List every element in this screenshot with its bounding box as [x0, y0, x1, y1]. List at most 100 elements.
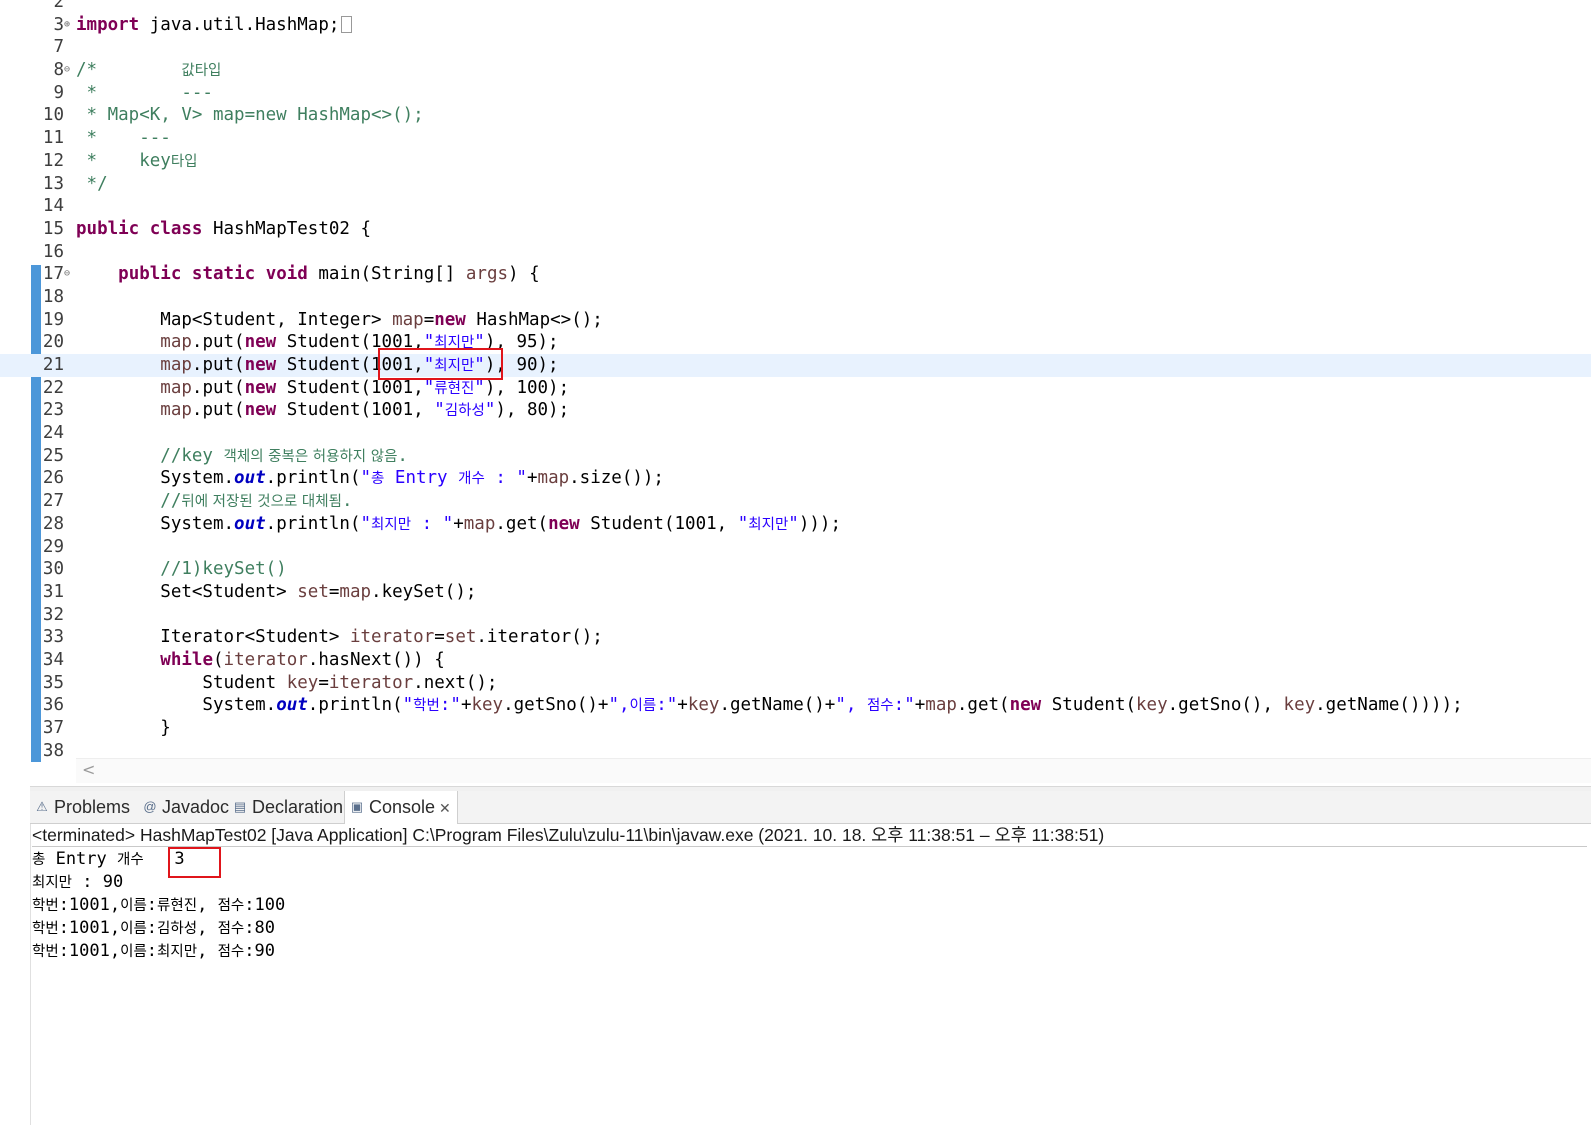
- horizontal-scrollbar[interactable]: <: [76, 758, 1591, 783]
- code-text: System.out.println("최지만 : "+map.get(new …: [76, 513, 841, 537]
- code-line[interactable]: 12 * key타입: [0, 150, 1591, 173]
- code-line[interactable]: 17 ⊖ public static void main(String[] arg…: [0, 263, 1591, 286]
- code-token: :": [439, 695, 461, 716]
- line-number: 23: [42, 400, 64, 421]
- line-number: 29: [42, 536, 64, 557]
- code-line[interactable]: 20 map.put(new Student(1001,"최지만"), 95);: [0, 331, 1591, 354]
- line-number: 7: [53, 37, 64, 58]
- console-token: ,: [197, 895, 218, 915]
- code-token: set: [297, 581, 329, 602]
- tab-declaration[interactable]: ▤ Declaration: [228, 791, 349, 823]
- console-line: 학번:1001,이름:류현진, 점수:100: [32, 894, 1587, 917]
- code-line[interactable]: 21 map.put(new Student(1001,"최지만"), 90);: [0, 354, 1591, 377]
- code-token: .keySet();: [371, 581, 477, 602]
- code-line[interactable]: 2: [0, 0, 1591, 14]
- tab-problems[interactable]: ⚠ Problems: [30, 791, 136, 823]
- code-token: map: [160, 400, 192, 421]
- line-number: 38: [42, 740, 64, 761]
- code-token: ": [737, 513, 749, 534]
- code-line[interactable]: 13 */: [0, 173, 1591, 196]
- console-token: :80: [244, 918, 275, 938]
- code-token: static: [191, 264, 256, 285]
- code-token: .getName()+: [719, 695, 836, 716]
- code-line[interactable]: 16: [0, 241, 1591, 264]
- code-token: .getSno()+: [503, 695, 609, 716]
- code-token: Entry: [384, 468, 459, 489]
- code-token: class: [149, 218, 203, 239]
- scroll-left-arrow-icon[interactable]: <: [82, 760, 95, 779]
- code-line[interactable]: 36 System.out.println("학번:"+key.getSno()…: [0, 694, 1591, 717]
- code-line[interactable]: 31 Set<Student> set=map.keySet();: [0, 581, 1591, 604]
- code-token: +: [460, 695, 472, 716]
- code-token: 점수: [866, 698, 894, 715]
- code-line[interactable]: 27 //뒤에 저장된 것으로 대체됨.: [0, 490, 1591, 513]
- code-token: key: [687, 695, 720, 716]
- line-number: 30: [42, 559, 64, 580]
- tab-console[interactable]: ▣ Console ✕: [344, 791, 458, 824]
- line-number: 19: [42, 309, 64, 330]
- code-token: map: [160, 355, 192, 375]
- line-number: 37: [42, 718, 64, 738]
- code-token: set: [444, 627, 477, 648]
- fold-expand-icon[interactable]: ⊕: [64, 14, 70, 37]
- code-line[interactable]: 34 while(iterator.hasNext()) {: [0, 649, 1591, 672]
- code-line[interactable]: 23 map.put(new Student(1001, "김하성"), 80)…: [0, 399, 1591, 422]
- code-token: ), 80);: [495, 400, 570, 421]
- code-line[interactable]: 9 * ---: [0, 82, 1591, 105]
- code-line[interactable]: 14: [0, 195, 1591, 218]
- code-token: Set<Student>: [76, 581, 298, 602]
- code-line[interactable]: 37 }: [0, 717, 1591, 740]
- code-token: map: [392, 309, 424, 330]
- console-token: Entry: [45, 849, 117, 869]
- code-line[interactable]: 10 * Map<K, V> map=new HashMap<>();: [0, 104, 1591, 127]
- code-line[interactable]: 26 System.out.println("총 Entry 개수 : "+ma…: [0, 467, 1591, 490]
- fold-collapse-icon[interactable]: ⊖: [64, 59, 70, 82]
- console-token: 최지만: [157, 944, 198, 960]
- code-token: 값타입: [181, 63, 222, 80]
- code-line[interactable]: 33 Iterator<Student> iterator=set.iterat…: [0, 626, 1591, 649]
- console-token: 김하성: [157, 921, 198, 937]
- code-token: =: [423, 309, 435, 330]
- line-number: 10: [42, 105, 64, 126]
- collapsed-imports-icon[interactable]: [341, 16, 353, 34]
- code-line[interactable]: 22 map.put(new Student(1001,"류현진"), 100)…: [0, 377, 1591, 400]
- problems-icon: ⚠: [36, 799, 48, 814]
- code-line[interactable]: 11 * ---: [0, 127, 1591, 150]
- code-line[interactable]: 30 //1)keySet(): [0, 558, 1591, 581]
- code-token: 총: [371, 471, 385, 488]
- close-icon[interactable]: ✕: [439, 800, 451, 816]
- code-line[interactable]: 7: [0, 36, 1591, 59]
- line-number: 2: [53, 0, 64, 12]
- code-text: }: [76, 717, 171, 740]
- code-line[interactable]: 15 public class HashMapTest02 {: [0, 218, 1591, 241]
- code-token: iterator: [349, 627, 435, 648]
- code-token: ": [788, 513, 799, 534]
- code-line[interactable]: 19 Map<Student, Integer> map=new HashMap…: [0, 309, 1591, 332]
- fold-collapse-icon[interactable]: ⊖: [64, 263, 70, 286]
- code-text: //key 객체의 중복은 허용하지 않음.: [76, 445, 408, 469]
- code-token: .size());: [569, 468, 664, 489]
- code-token: ": [484, 400, 496, 421]
- code-token: }: [76, 718, 171, 738]
- code-line[interactable]: 29: [0, 536, 1591, 559]
- code-line[interactable]: 18: [0, 286, 1591, 309]
- line-number: 34: [42, 649, 64, 670]
- code-token: ": [423, 332, 435, 353]
- code-token: * ---: [76, 128, 171, 149]
- code-text: map.put(new Student(1001,"류현진"), 100);: [76, 377, 569, 401]
- code-line[interactable]: 35 Student key=iterator.next();: [0, 672, 1591, 695]
- code-line[interactable]: 32: [0, 604, 1591, 627]
- code-line[interactable]: 3 ⊕ import java.util.HashMap;: [0, 14, 1591, 37]
- code-line[interactable]: 25 //key 객체의 중복은 허용하지 않음.: [0, 445, 1591, 468]
- tab-javadoc[interactable]: @ Javadoc: [138, 791, 235, 823]
- console-token: :1001,: [58, 918, 121, 938]
- code-line[interactable]: 8 ⊖ /* 값타입: [0, 59, 1591, 82]
- code-line[interactable]: 28 System.out.println("최지만 : "+map.get(n…: [0, 513, 1591, 536]
- code-line[interactable]: 24: [0, 422, 1591, 445]
- code-editor[interactable]: 2 3 ⊕ import java.util.HashMap; 7 8 ⊖/* 값타입 9 *…: [0, 0, 1591, 790]
- line-number: 16: [42, 241, 64, 262]
- code-token: new: [244, 377, 277, 398]
